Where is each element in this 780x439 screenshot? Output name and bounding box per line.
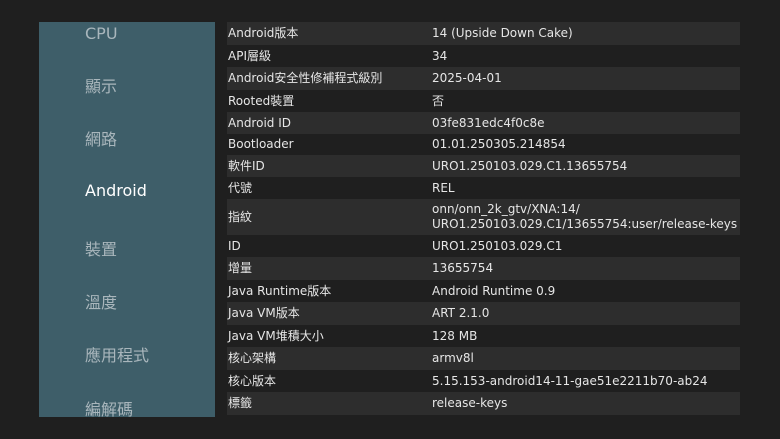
row-key: Bootloader <box>228 137 294 151</box>
category-sidebar: CPU 顯示 網路 Android 裝置 溫度 應用程式 編解碼 <box>39 22 215 417</box>
row-key: API層級 <box>228 48 271 63</box>
row-key: Android ID <box>228 115 291 130</box>
row-value: 128 MB <box>432 328 478 343</box>
row-key: 核心架構 <box>228 351 277 365</box>
table-row: Android版本 14 (Upside Down Cake) <box>227 22 740 45</box>
row-key: Java VM版本 <box>228 306 300 320</box>
table-row: Java Runtime版本 Android Runtime 0.9 <box>227 280 740 302</box>
sidebar-item-temperature[interactable]: 溫度 <box>85 293 117 313</box>
row-key: 軟件ID <box>228 158 265 173</box>
row-value: 5.15.153-android14-11-gae51e2211b70-ab24 <box>432 373 708 388</box>
table-row: Java VM堆積大小 128 MB <box>227 325 740 347</box>
sidebar-item-apps[interactable]: 應用程式 <box>85 346 149 366</box>
sidebar-item-network[interactable]: 網路 <box>85 130 117 150</box>
android-info-table: Android版本 14 (Upside Down Cake) API層級 34… <box>227 22 740 415</box>
row-value: armv8l <box>432 351 474 365</box>
table-row: 增量 13655754 <box>227 257 740 280</box>
row-key: Android安全性修補程式級別 <box>228 71 383 85</box>
row-key: 指紋 <box>228 209 253 224</box>
sidebar-item-display[interactable]: 顯示 <box>85 77 117 97</box>
row-value: 03fe831edc4f0c8e <box>432 115 545 130</box>
sidebar-item-cpu[interactable]: CPU <box>85 24 118 44</box>
row-value: 13655754 <box>432 261 494 275</box>
sidebar-item-device[interactable]: 裝置 <box>85 240 117 260</box>
fingerprint-line-2: URO1.250103.029.C1/13655754:user/release… <box>432 217 738 231</box>
row-value: release-keys <box>432 396 508 410</box>
row-value: 34 <box>432 48 448 63</box>
row-value: URO1.250103.029.C1.13655754 <box>432 158 628 173</box>
row-key: 代號 <box>228 180 253 195</box>
table-row: Java VM版本 ART 2.1.0 <box>227 302 740 325</box>
table-row: 標籤 release-keys <box>227 392 740 415</box>
row-key: 增量 <box>228 261 253 275</box>
row-value: onn/onn_2k_gtv/XNA:14/ URO1.250103.029.C… <box>432 202 740 232</box>
sidebar-item-android[interactable]: Android <box>85 181 147 201</box>
table-row: Android ID 03fe831edc4f0c8e <box>227 112 740 134</box>
row-key: Java VM堆積大小 <box>228 328 324 343</box>
row-key: Android版本 <box>228 26 299 40</box>
table-row: API層級 34 <box>227 45 740 67</box>
table-row: 指紋 onn/onn_2k_gtv/XNA:14/ URO1.250103.02… <box>227 199 740 235</box>
row-value: 2025-04-01 <box>432 71 502 85</box>
row-value: Android Runtime 0.9 <box>432 283 556 298</box>
table-row: ID URO1.250103.029.C1 <box>227 235 740 257</box>
row-value: 01.01.250305.214854 <box>432 137 566 151</box>
row-key: Java Runtime版本 <box>228 283 332 298</box>
table-row: 代號 REL <box>227 177 740 199</box>
row-value: ART 2.1.0 <box>432 306 490 320</box>
row-key: Rooted裝置 <box>228 93 295 108</box>
sidebar-item-codecs[interactable]: 編解碼 <box>85 400 133 417</box>
table-row: Android安全性修補程式級別 2025-04-01 <box>227 67 740 90</box>
row-value: REL <box>432 180 455 195</box>
table-row: 核心版本 5.15.153-android14-11-gae51e2211b70… <box>227 370 740 392</box>
row-key: ID <box>228 238 241 253</box>
fingerprint-line-1: onn/onn_2k_gtv/XNA:14/ <box>432 202 580 216</box>
row-value: 否 <box>432 93 445 108</box>
row-key: 核心版本 <box>228 373 277 388</box>
table-row: 軟件ID URO1.250103.029.C1.13655754 <box>227 155 740 177</box>
screen: CPU 顯示 網路 Android 裝置 溫度 應用程式 編解碼 Android… <box>0 0 780 439</box>
table-row: Rooted裝置 否 <box>227 90 740 112</box>
table-row: Bootloader 01.01.250305.214854 <box>227 134 740 155</box>
table-row: 核心架構 armv8l <box>227 347 740 370</box>
row-key: 標籤 <box>228 396 253 410</box>
row-value: URO1.250103.029.C1 <box>432 238 563 253</box>
row-value: 14 (Upside Down Cake) <box>432 26 573 40</box>
